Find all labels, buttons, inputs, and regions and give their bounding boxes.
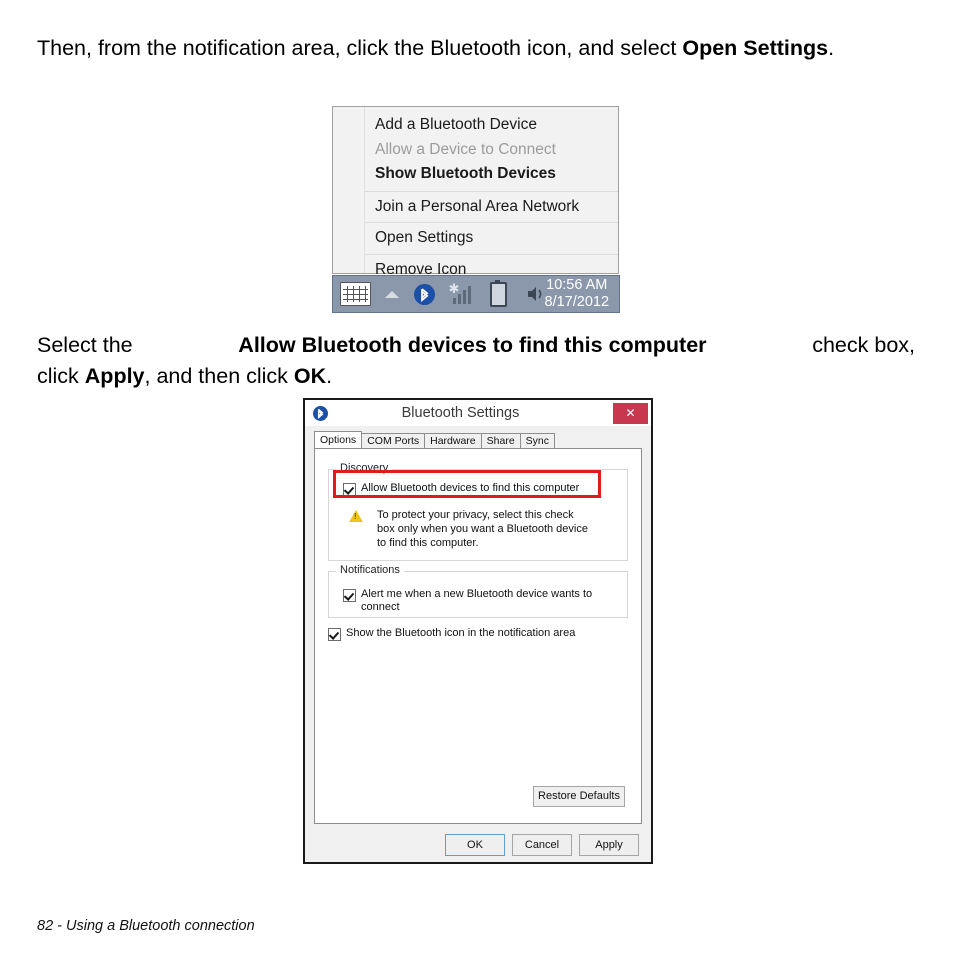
paragraph-2-bold-apply: Apply bbox=[84, 364, 145, 388]
show-hidden-icons-chevron-icon[interactable] bbox=[385, 290, 400, 298]
paragraph-2-text-a: Select the bbox=[37, 333, 133, 357]
alert-new-device-checkbox-row[interactable]: Alert me when a new Bluetooth device wan… bbox=[343, 588, 627, 614]
bluetooth-icon bbox=[313, 405, 328, 421]
paragraph-1-bold-open-settings: Open Settings bbox=[682, 36, 829, 60]
clock-date: 8/17/2012 bbox=[544, 294, 610, 310]
menu-item-join-a-personal-area-network[interactable]: Join a Personal Area Network bbox=[365, 195, 618, 220]
alert-new-device-label: Alert me when a new Bluetooth device wan… bbox=[361, 588, 593, 613]
battery-icon[interactable] bbox=[489, 279, 507, 307]
highlight-annotation-box bbox=[333, 470, 601, 498]
apply-button[interactable]: Apply bbox=[579, 834, 639, 856]
options-tab-panel: Discovery Allow Bluetooth devices to fin… bbox=[314, 448, 642, 824]
bluetooth-tray-context-menu[interactable]: Add a Bluetooth Device Allow a Device to… bbox=[332, 106, 619, 278]
dialog-tab-strip[interactable]: Options COM Ports Hardware Share Sync bbox=[314, 431, 651, 448]
paragraph-2-line-1: Select the Allow Bluetooth devices to fi… bbox=[37, 330, 915, 361]
show-bluetooth-icon-checkbox-row[interactable]: Show the Bluetooth icon in the notificat… bbox=[328, 627, 575, 641]
ok-button[interactable]: OK bbox=[445, 834, 505, 856]
dialog-footer-buttons: OK Cancel Apply bbox=[305, 834, 651, 856]
tab-com-ports[interactable]: COM Ports bbox=[361, 433, 426, 448]
tab-share[interactable]: Share bbox=[480, 433, 521, 448]
paragraph-2-text-b: check box, bbox=[812, 333, 915, 357]
context-menu-item-list: Add a Bluetooth Device Allow a Device to… bbox=[365, 107, 618, 278]
paragraph-1-text-b: . bbox=[828, 36, 835, 60]
menu-item-allow-a-device-to-connect: Allow a Device to Connect bbox=[375, 140, 556, 158]
context-menu-group-pan: Join a Personal Area Network bbox=[365, 192, 618, 223]
instruction-paragraph-2: Select the Allow Bluetooth devices to fi… bbox=[37, 330, 917, 392]
bluetooth-icon[interactable] bbox=[414, 283, 435, 305]
tab-sync[interactable]: Sync bbox=[519, 433, 556, 448]
privacy-warning-text: To protect your privacy, select this che… bbox=[377, 509, 588, 549]
paragraph-2-text-d: , and then click bbox=[144, 364, 294, 388]
clock-time: 10:56 AM bbox=[546, 277, 608, 293]
paragraph-2-text-e: . bbox=[326, 364, 333, 388]
paragraph-2-line-2: click Apply, and then click OK. bbox=[37, 361, 917, 392]
tab-hardware[interactable]: Hardware bbox=[424, 433, 482, 448]
paragraph-2-bold-allow-bt: Allow Bluetooth devices to find this com… bbox=[238, 333, 707, 357]
taskbar-clock[interactable]: 10:56 AM 8/17/2012 bbox=[545, 277, 610, 311]
menu-item-open-settings[interactable]: Open Settings bbox=[365, 226, 618, 251]
menu-item-show-bluetooth-devices[interactable]: Show Bluetooth Devices bbox=[365, 162, 618, 187]
wireless-signal-icon[interactable]: ✱ bbox=[448, 281, 471, 304]
paragraph-2-text-c: click bbox=[37, 364, 85, 388]
restore-defaults-button[interactable]: Restore Defaults bbox=[533, 786, 625, 807]
notifications-group-label: Notifications bbox=[336, 564, 404, 576]
close-icon[interactable]: ✕ bbox=[613, 402, 648, 424]
signal-star-glyph: ✱ bbox=[448, 281, 460, 296]
context-menu-group-settings: Open Settings bbox=[365, 223, 618, 254]
bluetooth-settings-dialog[interactable]: Bluetooth Settings ✕ Options COM Ports H… bbox=[303, 398, 653, 864]
cancel-button[interactable]: Cancel bbox=[512, 834, 572, 856]
show-bluetooth-icon-label: Show the Bluetooth icon in the notificat… bbox=[346, 627, 576, 639]
menu-item-add-a-bluetooth-device[interactable]: Add a Bluetooth Device bbox=[365, 113, 618, 138]
tab-options[interactable]: Options bbox=[314, 431, 363, 448]
dialog-title-bar: Bluetooth Settings ✕ bbox=[305, 400, 651, 426]
context-menu-group-primary: Add a Bluetooth Device Allow a Device to… bbox=[365, 107, 618, 191]
volume-speaker-icon[interactable] bbox=[525, 284, 545, 304]
page-footer: 82 - Using a Bluetooth connection bbox=[37, 918, 255, 934]
notifications-group-box: Notifications Alert me when a new Blueto… bbox=[328, 564, 628, 618]
context-menu-icon-gutter bbox=[333, 107, 365, 273]
checkbox-icon[interactable] bbox=[328, 628, 341, 641]
privacy-warning-row: To protect your privacy, select this che… bbox=[349, 508, 613, 550]
dialog-title: Bluetooth Settings bbox=[401, 405, 520, 421]
instruction-paragraph-1: Then, from the notification area, click … bbox=[37, 33, 917, 64]
notification-area-taskbar[interactable]: ✱ 10:56 AM 8/17/2012 bbox=[332, 275, 620, 313]
checkbox-icon[interactable] bbox=[343, 589, 356, 602]
paragraph-1-text-a: Then, from the notification area, click … bbox=[37, 36, 683, 60]
keyboard-icon[interactable] bbox=[340, 282, 372, 306]
paragraph-2-bold-ok: OK bbox=[293, 364, 327, 388]
warning-triangle-icon bbox=[349, 510, 363, 522]
